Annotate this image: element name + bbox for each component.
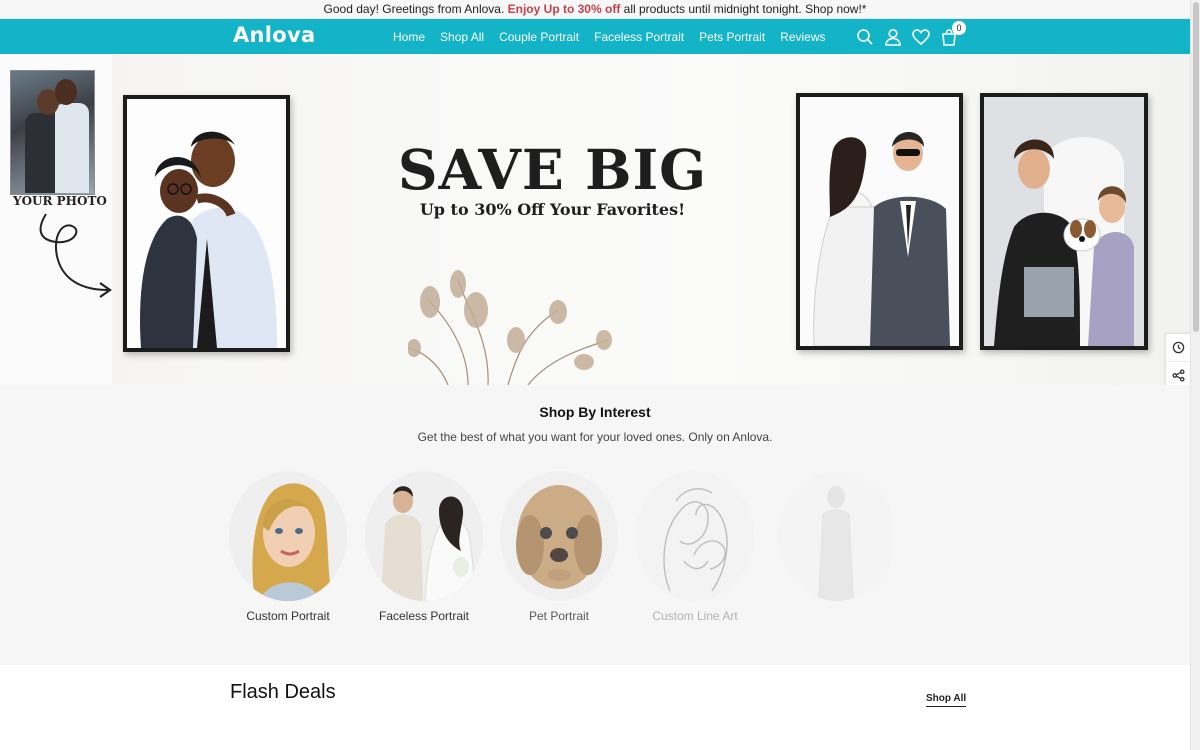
brand-logo[interactable]: Anlova <box>233 23 316 47</box>
announcement-suffix: all products until midnight tonight. Sho… <box>623 2 867 16</box>
portrait-frame-wedding <box>796 93 963 350</box>
nav-faceless-portrait[interactable]: Faceless Portrait <box>594 30 684 44</box>
your-photo-label: YOUR PHOTO <box>13 194 107 208</box>
section-subtitle: Get the best of what you want for your l… <box>417 430 773 444</box>
share-icon <box>1171 369 1185 382</box>
page-scrollbar[interactable] <box>1190 0 1200 750</box>
category-label: Pet Portrait <box>528 609 590 623</box>
portrait-frame-couple <box>123 95 290 352</box>
category-label: Custom Portrait <box>246 609 330 623</box>
site-header: Anlova Home Shop All Couple Portrait Fac… <box>0 19 1190 54</box>
category-image <box>636 471 754 601</box>
flash-deals-section: Flash Deals Shop All <box>0 665 1190 750</box>
category-image <box>500 471 618 601</box>
nav-reviews[interactable]: Reviews <box>780 30 825 44</box>
shop-by-interest-section: Shop By Interest Get the best of what yo… <box>0 385 1190 665</box>
main-nav: Home Shop All Couple Portrait Faceless P… <box>393 19 826 54</box>
history-icon <box>1172 341 1184 354</box>
recently-viewed-button[interactable] <box>1166 334 1190 362</box>
wishlist-heart-icon[interactable] <box>912 28 930 46</box>
category-faceless-portrait[interactable]: Faceless Portrait <box>365 471 483 623</box>
category-image <box>365 471 483 601</box>
dried-flowers-decoration <box>408 270 612 385</box>
announcement-highlight[interactable]: Enjoy Up to 30% off <box>508 2 621 16</box>
category-image <box>229 471 347 601</box>
announcement-prefix: Good day! Greetings from Anlova. <box>323 2 505 16</box>
category-custom-line-art[interactable]: Custom Line Art <box>636 471 754 623</box>
nav-home[interactable]: Home <box>393 30 425 44</box>
account-icon[interactable] <box>884 28 902 46</box>
portrait-frame-pet <box>980 93 1148 350</box>
scrollbar-thumb[interactable] <box>1193 2 1199 332</box>
header-icons: 0 <box>856 19 966 54</box>
hero-subline: Up to 30% Off Your Favorites! <box>419 200 686 219</box>
nav-couple-portrait[interactable]: Couple Portrait <box>499 30 579 44</box>
shop-all-link[interactable]: Shop All <box>926 693 967 707</box>
your-photo-image <box>10 70 95 195</box>
hero-headline: SAVE BIG <box>397 137 708 202</box>
announcement-bar: Good day! Greetings from Anlova. Enjoy U… <box>0 0 1190 19</box>
category-image <box>778 471 896 601</box>
category-label: Faceless Portrait <box>378 609 470 623</box>
search-icon[interactable] <box>856 28 874 46</box>
section-title: Shop By Interest <box>539 404 651 420</box>
cart-bag-icon[interactable]: 0 <box>940 20 966 46</box>
category-custom-portrait[interactable]: Custom Portrait <box>229 471 347 623</box>
nav-shop-all[interactable]: Shop All <box>440 30 484 44</box>
category-pet-portrait[interactable]: Pet Portrait <box>500 471 618 623</box>
category-more[interactable] <box>778 471 896 609</box>
nav-pets-portrait[interactable]: Pets Portrait <box>699 30 765 44</box>
category-label: Custom Line Art <box>652 609 738 623</box>
hero-banner[interactable]: YOUR PHOTO SAVE BIG Up to 30% Off Your F… <box>0 54 1190 385</box>
curved-arrow-icon <box>39 213 112 298</box>
flash-deals-title: Flash Deals <box>230 681 336 703</box>
cart-count-badge: 0 <box>952 20 966 35</box>
